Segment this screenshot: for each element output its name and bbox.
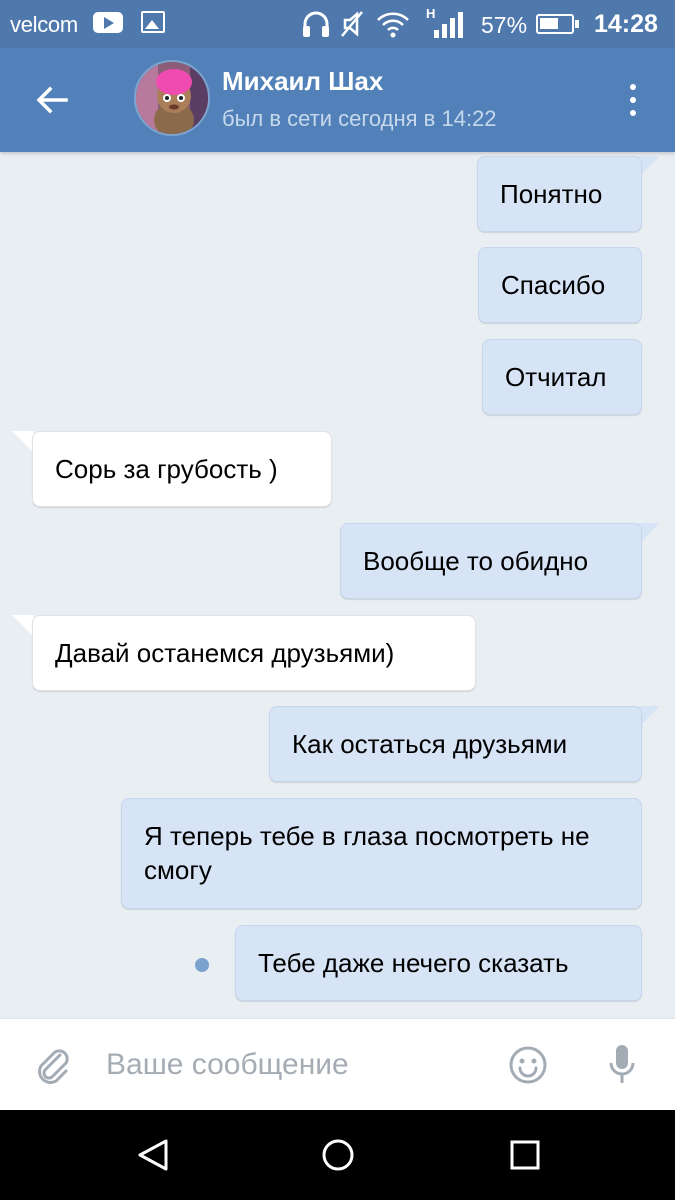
message-text: Тебе даже нечего сказать [258, 948, 569, 978]
paperclip-icon[interactable] [32, 1043, 76, 1087]
more-options-icon[interactable] [620, 80, 646, 120]
contact-name[interactable]: Михаил Шах [222, 66, 383, 97]
message-text: Вообще то обидно [363, 546, 589, 576]
back-arrow-icon[interactable] [30, 78, 74, 122]
system-navigation-bar [0, 1110, 675, 1200]
nav-home-icon[interactable] [320, 1137, 356, 1173]
youtube-notification-icon [93, 12, 123, 33]
mute-icon [341, 11, 363, 37]
message-text: Сорь за грубость ) [55, 454, 278, 484]
nav-back-icon[interactable] [136, 1137, 172, 1173]
contact-avatar[interactable] [134, 60, 210, 136]
message-bubble-outgoing[interactable]: Тебе даже нечего сказать [235, 925, 642, 1001]
message-text: Спасибо [501, 270, 606, 300]
headphones-icon [303, 11, 329, 37]
message-text: Я теперь тебе в глаза посмотреть не смог… [144, 821, 590, 885]
message-bubble-incoming[interactable]: Давай останемся друзьями) [32, 615, 476, 691]
message-bubble-outgoing[interactable]: Спасибо [478, 247, 642, 323]
message-bubble-incoming[interactable]: Сорь за грубость ) [32, 431, 332, 507]
message-text: Давай останемся друзьями) [55, 638, 395, 668]
message-text: Отчитал [505, 362, 607, 392]
unread-indicator [195, 958, 209, 972]
signal-icon [434, 12, 463, 38]
battery-icon [536, 14, 579, 34]
message-list[interactable]: Понятно Спасибо Отчитал Сорь за грубость… [0, 152, 675, 1018]
wifi-icon [377, 12, 409, 38]
emoji-icon[interactable] [508, 1045, 548, 1085]
carrier-label: velcom [10, 12, 78, 37]
message-bubble-outgoing[interactable]: Вообще то обидно [340, 523, 642, 599]
chat-header: Михаил Шах был в сети сегодня в 14:22 [0, 48, 675, 152]
microphone-icon[interactable] [606, 1043, 638, 1087]
image-notification-icon [141, 11, 165, 33]
message-bubble-outgoing[interactable]: Понятно [477, 156, 642, 232]
message-text: Как остаться друзьями [292, 729, 568, 759]
message-bubble-outgoing[interactable]: Отчитал [482, 339, 642, 415]
status-bar: velcom H 57% 14:28 [0, 0, 675, 48]
nav-recents-icon[interactable] [508, 1137, 542, 1173]
message-bubble-outgoing[interactable]: Как остаться друзьями [269, 706, 642, 782]
message-input[interactable] [106, 1043, 486, 1087]
message-composer [0, 1018, 675, 1110]
clock: 14:28 [594, 10, 658, 38]
message-bubble-outgoing[interactable]: Я теперь тебе в глаза посмотреть не смог… [121, 798, 642, 909]
message-text: Понятно [500, 179, 603, 209]
last-seen-status: был в сети сегодня в 14:22 [222, 106, 497, 131]
bubble-tail [12, 615, 34, 637]
battery-percent: 57% [481, 12, 528, 38]
bubble-tail [12, 431, 34, 453]
avatar-image [136, 62, 208, 134]
